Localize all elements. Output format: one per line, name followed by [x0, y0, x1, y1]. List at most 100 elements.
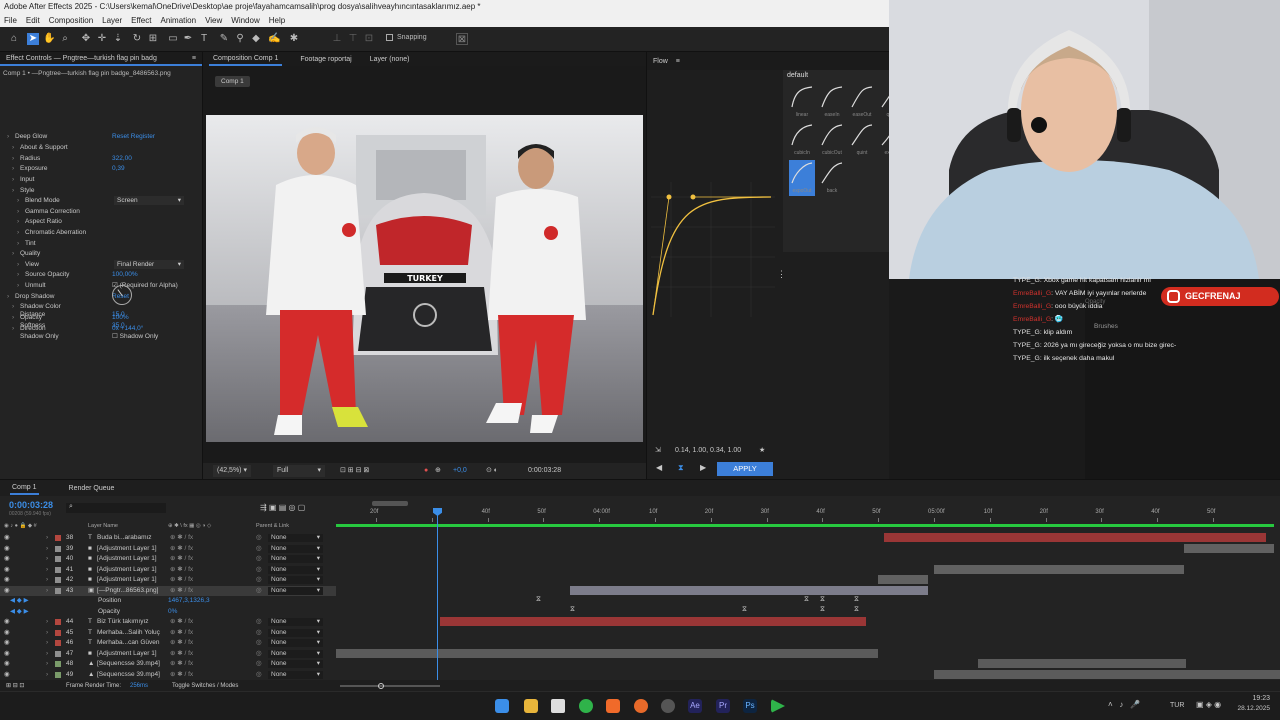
layer-duration-bar[interactable]	[336, 648, 878, 658]
effect-row[interactable]: Shadow Only ☐ Shadow Only	[0, 332, 200, 342]
effect-row-value[interactable]: ☐ Shadow Only	[112, 332, 158, 342]
timeline-switches-icons[interactable]: ⇶ ▣ ▤ ◎ ▢	[260, 503, 305, 512]
layer-row[interactable]: ◉ › 44 T Biz Türk takımıyız ⊕ ✱ / fx ◎ None ▾	[0, 617, 336, 628]
resolution-select[interactable]: Full ▾	[273, 465, 325, 477]
zoom-slider-handle[interactable]	[378, 683, 384, 689]
favorite-star-icon[interactable]: ★	[759, 444, 765, 458]
label-color-swatch[interactable]	[55, 545, 61, 552]
disclosure-icon[interactable]: ›	[17, 207, 19, 217]
property-value[interactable]: 0%	[168, 607, 177, 618]
keyframe-nav-icon[interactable]: ◀ ◆ ▶	[10, 596, 29, 607]
layer-switches[interactable]: ⊕ ✱ / fx	[170, 638, 193, 649]
keyframe-icon[interactable]: ⧖	[804, 596, 809, 604]
snipping-tool-icon[interactable]	[551, 699, 565, 713]
network-volume-icons[interactable]: ▣ ◈ ◉	[1196, 700, 1221, 709]
direction-dial[interactable]	[112, 285, 132, 305]
parent-select[interactable]: None ▾	[268, 586, 323, 595]
layer-name[interactable]: [Adjustment Layer 1]	[97, 575, 157, 586]
layer-row[interactable]: ◉ › 45 T Merhaba...Salih Yoluç ⊕ ✱ / fx ◎ None ▾	[0, 628, 336, 639]
parent-select[interactable]: None ▾	[268, 534, 323, 542]
exposure-value[interactable]: +0,0	[453, 463, 467, 479]
snap-grid-icon[interactable]: ⊠	[456, 33, 468, 45]
layer-switches[interactable]: ⊕ ✱ / fx	[170, 649, 193, 660]
disclosure-icon[interactable]: ›	[12, 164, 14, 174]
layer-duration-bar[interactable]	[570, 585, 928, 595]
snapping-toggle[interactable]: Snapping	[386, 34, 427, 41]
expand-arrow-icon[interactable]: ›	[46, 659, 48, 670]
parent-header[interactable]: Parent & Link	[256, 523, 289, 529]
expand-arrow-icon[interactable]: ›	[46, 670, 48, 681]
tab-render-queue[interactable]: Render Queue	[69, 485, 115, 492]
effect-row[interactable]: Softness 35,0	[0, 321, 200, 331]
label-color-swatch[interactable]	[55, 535, 61, 541]
effect-row[interactable]: Distance 15,0	[0, 310, 200, 320]
preset-linear[interactable]: linear	[789, 84, 815, 120]
language-indicator[interactable]: TUR	[1170, 702, 1184, 709]
flow-menu-icon[interactable]: ≡	[676, 58, 680, 65]
dolly-tool-icon[interactable]: ⇣	[112, 33, 124, 45]
next-keyframe-icon[interactable]: ▶	[700, 463, 706, 472]
timeline-search-input[interactable]: ⌕	[66, 503, 166, 513]
menu-view[interactable]: View	[205, 14, 222, 27]
label-color-swatch[interactable]	[55, 577, 61, 583]
preset-back[interactable]: back	[819, 160, 845, 196]
pickwhip-icon[interactable]: ◎	[256, 586, 262, 597]
roto-brush-tool-icon[interactable]: ✍	[268, 33, 280, 45]
disclosure-icon[interactable]: ›	[12, 143, 14, 153]
menu-help[interactable]: Help	[269, 14, 285, 27]
visibility-eye-icon[interactable]: ◉	[4, 575, 10, 586]
keyframe-icon[interactable]: ⧖	[854, 596, 859, 604]
layer-name[interactable]: Merhaba...can Güven	[97, 638, 160, 649]
effect-row[interactable]: › Exposure 0,39	[0, 164, 200, 174]
label-color-swatch[interactable]	[55, 566, 61, 573]
layer-switches[interactable]: ⊕ ✱ / fx	[170, 565, 193, 576]
effect-row[interactable]: › Blend Mode Screen ▾	[0, 196, 200, 206]
menu-composition[interactable]: Composition	[49, 14, 93, 27]
layer-row[interactable]: ◉ › 42 ■ [Adjustment Layer 1] ⊕ ✱ / fx ◎ None ▾	[0, 575, 336, 586]
layer-duration-bar[interactable]	[978, 659, 1186, 668]
menu-file[interactable]: File	[4, 14, 17, 27]
expand-arrow-icon[interactable]: ›	[46, 533, 48, 544]
effect-row[interactable]: › Gamma Correction	[0, 207, 200, 217]
menu-animation[interactable]: Animation	[160, 14, 196, 27]
layer-switches[interactable]: ⊕ ✱ / fx	[170, 586, 193, 597]
zoom-slider[interactable]	[340, 685, 440, 687]
menu-effect[interactable]: Effect	[131, 14, 151, 27]
tab-layer[interactable]: Layer (none)	[370, 56, 410, 63]
visibility-eye-icon[interactable]: ◉	[4, 565, 10, 576]
layer-duration-bar[interactable]	[934, 669, 1280, 679]
pickwhip-icon[interactable]: ◎	[256, 533, 262, 544]
pickwhip-icon[interactable]: ◎	[256, 544, 262, 555]
effect-row[interactable]: › View Final Render ▾	[0, 260, 200, 270]
expand-arrow-icon[interactable]: ›	[46, 628, 48, 639]
visibility-eye-icon[interactable]: ◉	[4, 554, 10, 565]
preset-quint[interactable]: quint	[849, 122, 875, 158]
layer-name-header[interactable]: Layer Name	[88, 523, 118, 529]
home-icon[interactable]: ⌂	[8, 33, 20, 45]
label-color-swatch[interactable]	[55, 556, 61, 562]
layer-row[interactable]: ◉ › 43 ▣ [—Pngtr...86563.png] ⊕ ✱ / fx ◎ None ▾	[0, 585, 336, 597]
effect-row[interactable]: › Radius 322,00	[0, 154, 200, 164]
rotate-tool-icon[interactable]: ↻	[131, 33, 143, 45]
pickwhip-icon[interactable]: ◎	[256, 638, 262, 649]
effect-row[interactable]: › Quality	[0, 249, 200, 259]
effect-row[interactable]: › Chromatic Aberration	[0, 228, 200, 238]
expand-arrow-icon[interactable]: ›	[46, 649, 48, 660]
label-color-swatch[interactable]	[55, 671, 61, 678]
timeline-timecode[interactable]: 0:00:03:28	[9, 500, 53, 510]
layer-switches[interactable]: ⊕ ✱ / fx	[170, 554, 193, 565]
expand-arrow-icon[interactable]: ›	[46, 617, 48, 628]
comp-timecode[interactable]: 0:00:03:28	[528, 463, 561, 479]
layer-name[interactable]: Biz Türk takımıyız	[97, 617, 149, 628]
type-tool-icon[interactable]: T	[198, 33, 210, 45]
pen-tool-icon[interactable]: ✒	[182, 33, 194, 45]
expand-arrow-icon[interactable]: ›	[46, 586, 48, 597]
panel-menu-icon[interactable]: ≡	[192, 55, 196, 62]
layer-duration-bar[interactable]	[440, 617, 866, 626]
tray-icons[interactable]: ˄ ♪ 🎤	[1108, 700, 1140, 709]
effect-row[interactable]: › Drop Shadow Reset	[0, 292, 200, 302]
start-icon[interactable]	[495, 699, 509, 713]
disclosure-icon[interactable]: ›	[7, 132, 9, 142]
layer-row[interactable]: ◉ › 38 T Buda bi...arabamız ⊕ ✱ / fx ◎ None ▾	[0, 533, 336, 544]
effect-row-select[interactable]: Screen ▾	[114, 196, 184, 205]
